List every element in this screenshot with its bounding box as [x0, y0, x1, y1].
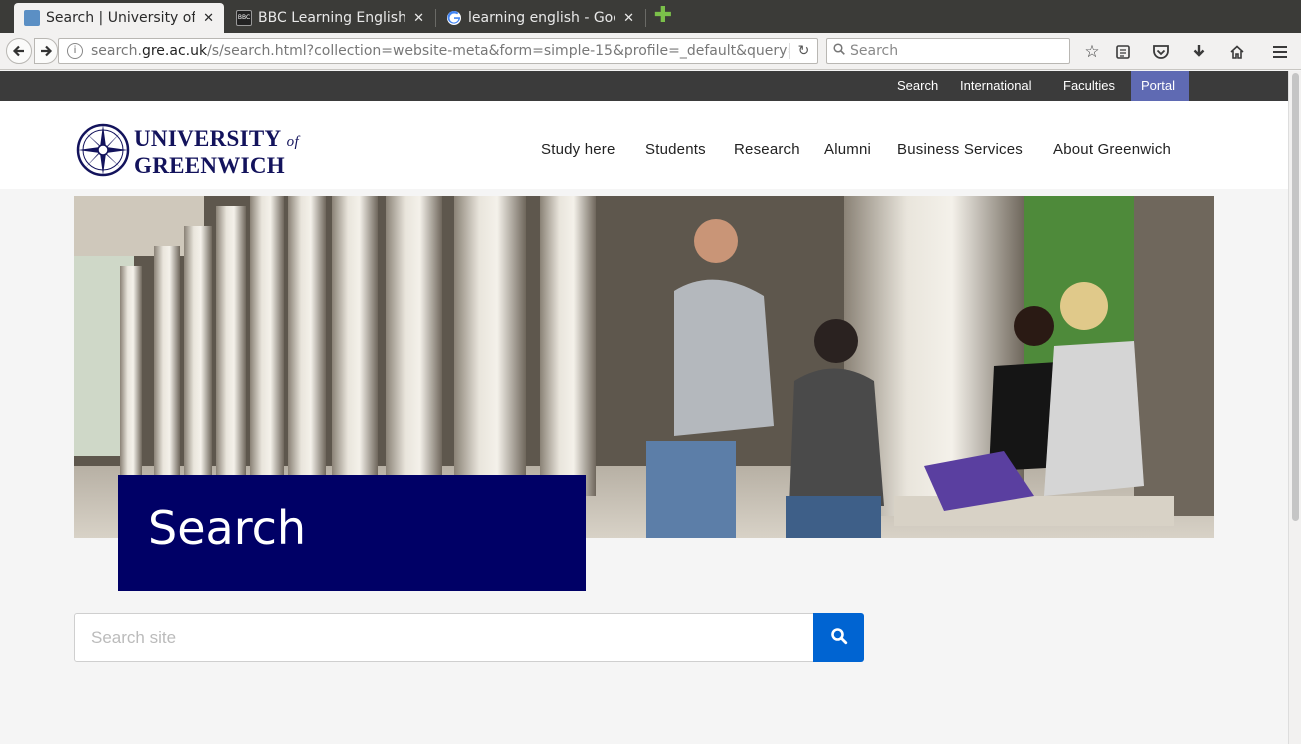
url-path: /s/search.html?collection=website-meta&f…	[207, 43, 789, 59]
site-info-icon[interactable]: i	[67, 43, 83, 59]
search-placeholder: Search site	[91, 628, 177, 647]
logo-line-university: UNIVERSITY	[134, 125, 281, 151]
nav-about-greenwich[interactable]: About Greenwich	[1053, 141, 1171, 161]
tab-separator	[645, 9, 646, 27]
logo-wordmark: UNIVERSITY of GREENWICH	[134, 125, 299, 178]
utility-nav-bar: Search International Faculties Portal	[0, 71, 1288, 101]
close-tab-icon[interactable]: ✕	[413, 11, 424, 26]
utility-link-international[interactable]: International	[950, 71, 1042, 101]
web-page: Search International Faculties Portal UN…	[0, 71, 1288, 744]
search-icon	[830, 627, 848, 649]
back-arrow-icon[interactable]	[6, 38, 32, 64]
browser-toolbar: i search.gre.ac.uk/s/search.html?collect…	[0, 33, 1301, 70]
tab-bbc-learning-english[interactable]: BBC BBC Learning English ✕	[226, 3, 434, 33]
utility-link-faculties[interactable]: Faculties	[1053, 71, 1125, 101]
home-icon[interactable]	[1226, 41, 1248, 63]
nav-students[interactable]: Students	[645, 141, 706, 161]
page-title: Search	[148, 501, 307, 555]
bookmark-star-icon[interactable]: ☆	[1081, 41, 1103, 63]
logo-of: of	[286, 133, 299, 150]
nav-research[interactable]: Research	[734, 141, 800, 161]
google-favicon-icon	[446, 10, 462, 26]
tab-university-search[interactable]: Search | University of Greenwich ✕	[14, 3, 224, 33]
nav-business-services[interactable]: Business Services	[897, 141, 1023, 161]
url-domain: gre.ac.uk	[141, 43, 208, 59]
university-favicon-icon	[24, 10, 40, 26]
forward-arrow-icon[interactable]	[34, 38, 58, 64]
url-text: search.gre.ac.uk/s/search.html?collectio…	[91, 43, 789, 59]
site-search-input[interactable]: Search site	[74, 613, 814, 662]
compass-rose-logo-icon	[76, 123, 130, 181]
download-arrow-icon[interactable]	[1188, 41, 1210, 63]
bbc-favicon-icon: BBC	[236, 10, 252, 26]
tab-title: BBC Learning English	[258, 10, 406, 26]
browser-search-box[interactable]: Search	[826, 38, 1070, 64]
reload-icon[interactable]: ↻	[789, 43, 817, 59]
tab-title: Search | University of Greenwich	[46, 10, 196, 26]
hamburger-menu-icon[interactable]	[1269, 41, 1291, 63]
nav-alumni[interactable]: Alumni	[824, 141, 871, 161]
close-tab-icon[interactable]: ✕	[623, 11, 634, 26]
scrollbar-thumb[interactable]	[1292, 73, 1299, 521]
tab-title: learning english - Google Search	[468, 10, 615, 26]
page-scrollbar[interactable]	[1288, 71, 1301, 744]
new-tab-plus-icon[interactable]: ✚	[653, 5, 673, 27]
site-header: UNIVERSITY of GREENWICH Study here Stude…	[0, 101, 1288, 189]
browser-search-placeholder: Search	[850, 43, 899, 59]
browser-tab-bar: Search | University of Greenwich ✕ BBC B…	[0, 0, 1301, 33]
utility-link-portal[interactable]: Portal	[1131, 71, 1189, 101]
reading-list-icon[interactable]	[1112, 41, 1134, 63]
address-bar[interactable]: i search.gre.ac.uk/s/search.html?collect…	[58, 38, 818, 64]
tab-google-search[interactable]: learning english - Google Search ✕	[436, 3, 644, 33]
logo-line-greenwich: GREENWICH	[134, 152, 285, 178]
close-tab-icon[interactable]: ✕	[203, 11, 214, 26]
utility-link-search[interactable]: Search	[887, 71, 948, 101]
magnifier-icon	[833, 43, 845, 59]
nav-study-here[interactable]: Study here	[541, 141, 616, 161]
university-logo[interactable]: UNIVERSITY of GREENWICH	[76, 123, 299, 181]
hero-title-box: Search	[118, 475, 586, 591]
site-search-button[interactable]	[813, 613, 864, 662]
pocket-icon[interactable]	[1150, 41, 1172, 63]
url-prefix: search.	[91, 43, 142, 59]
